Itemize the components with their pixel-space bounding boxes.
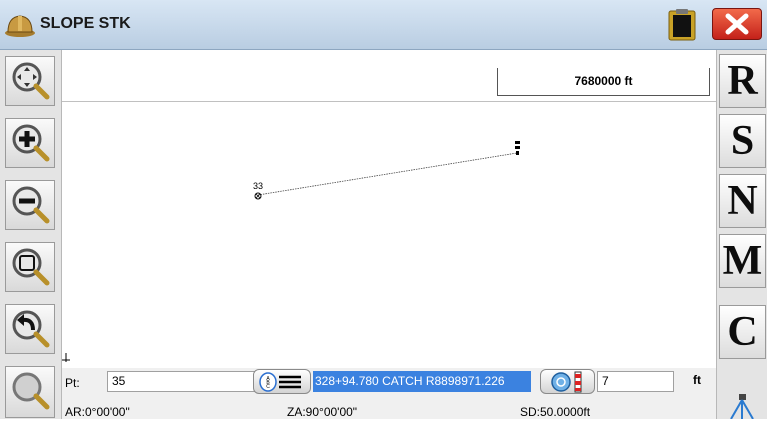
zoom-previous-button[interactable]	[5, 304, 55, 354]
zoom-in-icon	[12, 124, 50, 162]
slope-distance-readout: SD:50.0000ft	[520, 405, 591, 419]
s-button[interactable]: S	[719, 114, 766, 168]
point-entry-panel: Pt: 35 A B C 328+94.780 CATCH R8898971.2…	[62, 368, 716, 419]
point-list-button[interactable]: A B C	[253, 369, 311, 394]
zoom-in-button[interactable]	[5, 118, 55, 168]
zenith-angle-readout: ZA:90°00'00"	[287, 405, 358, 419]
zoom-previous-icon	[12, 310, 50, 348]
abc-list-icon: A B C	[259, 372, 301, 392]
pan-icon	[12, 62, 50, 100]
clipboard-icon[interactable]	[665, 8, 699, 42]
point-label: 33	[253, 181, 264, 191]
tripod-icon	[730, 394, 754, 420]
description-field[interactable]: 328+94.780 CATCH R8898971.226	[313, 371, 531, 392]
zoom-out-icon	[12, 186, 50, 224]
zoom-extents-button[interactable]	[5, 366, 55, 418]
point-33-symbol[interactable]	[254, 192, 262, 200]
map-view[interactable]: 7680000 ft 33 35	[62, 50, 716, 368]
r-button[interactable]: R	[719, 54, 766, 108]
rod-height-input[interactable]: 7	[597, 371, 674, 392]
connecting-line	[257, 152, 518, 196]
page-title: SLOPE STK	[40, 15, 131, 32]
right-toolbar: R S N M C	[716, 50, 767, 420]
m-button[interactable]: M	[719, 234, 766, 288]
point-label: Pt:	[65, 376, 80, 390]
zoom-out-button[interactable]	[5, 180, 55, 230]
origin-marker	[62, 353, 70, 362]
left-toolbar	[0, 50, 62, 419]
zoom-window-button[interactable]	[5, 242, 55, 292]
map-plot	[62, 141, 520, 362]
unit-label: ft	[693, 373, 701, 387]
n-button[interactable]: N	[719, 174, 766, 228]
close-icon	[725, 13, 749, 35]
rod-target-icon	[551, 371, 582, 393]
pan-button[interactable]	[5, 56, 55, 106]
zoom-window-icon	[12, 248, 50, 286]
angle-right-readout: AR:0°00'00"	[65, 405, 130, 419]
instrument-button[interactable]	[719, 393, 766, 420]
svg-text:C: C	[266, 384, 270, 390]
rod-height-button[interactable]	[540, 369, 595, 394]
hardhat-icon	[5, 15, 35, 37]
close-button[interactable]	[712, 8, 762, 40]
c-button[interactable]: C	[719, 305, 766, 359]
title-bar: SLOPE STK	[0, 0, 767, 50]
zoom-extents-icon	[12, 372, 50, 410]
